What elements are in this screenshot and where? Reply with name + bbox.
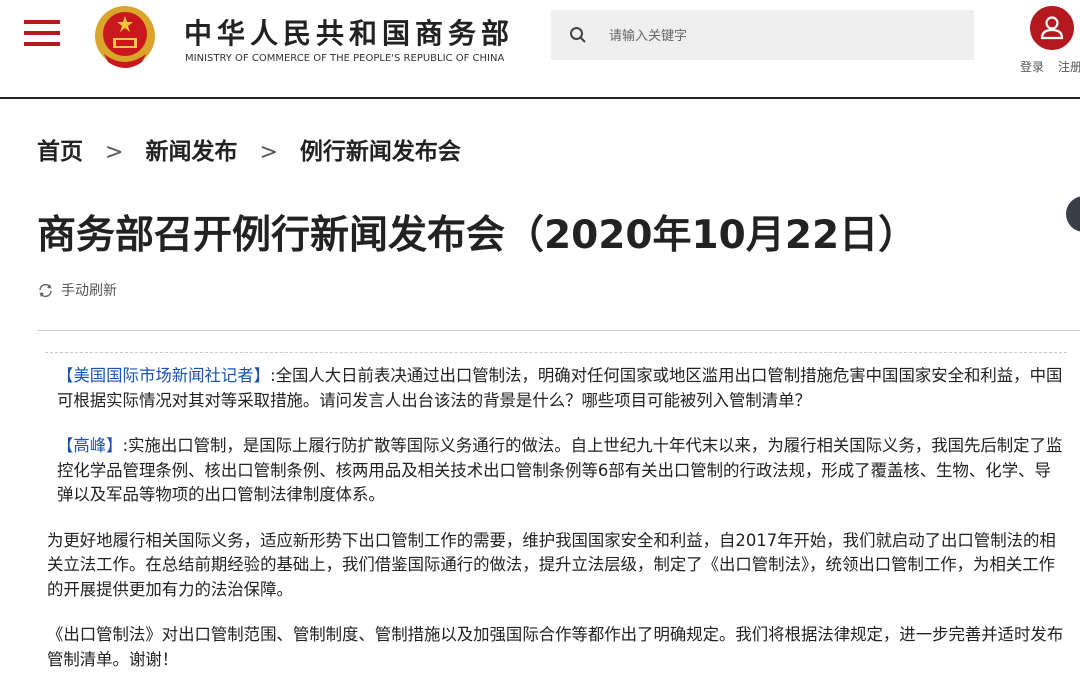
breadcrumb-home[interactable]: 首页 xyxy=(37,139,83,165)
floating-action-button[interactable] xyxy=(1066,196,1080,232)
speaker-name: 【美国国际市场新闻社记者】 xyxy=(57,366,271,385)
paragraph-text: :实施出口管制，是国际上履行防扩散等国际义务通行的做法。自上世纪九十年代末以来，… xyxy=(57,436,1063,504)
refresh-label: 手动刷新 xyxy=(61,283,117,299)
login-link[interactable]: 登录 xyxy=(1020,58,1044,75)
paragraph: 《出口管制法》对出口管制范围、管制制度、管制措施以及加强国际合作等都作出了明确规… xyxy=(47,623,1067,672)
speaker-name: 【高峰】 xyxy=(57,436,123,455)
user-avatar-icon[interactable] xyxy=(1030,6,1074,50)
site-title: 中华人民共和国商务部 xyxy=(184,17,515,50)
search-icon[interactable] xyxy=(569,26,587,44)
paragraph: 【高峰】:实施出口管制，是国际上履行防扩散等国际义务通行的做法。自上世纪九十年代… xyxy=(47,434,1067,508)
menu-icon[interactable] xyxy=(24,20,60,50)
paragraph-text: 《出口管制法》对出口管制范围、管制制度、管制措施以及加强国际合作等都作出了明确规… xyxy=(47,625,1064,669)
refresh-icon xyxy=(39,283,52,297)
search-input[interactable] xyxy=(607,10,961,62)
search-bar xyxy=(551,10,974,62)
national-emblem-icon[interactable] xyxy=(92,4,158,72)
paragraph: 为更好地履行相关国际义务，适应新形势下出口管制工作的需要，维护我国国家安全和利益… xyxy=(47,529,1067,603)
register-link[interactable]: 注册 xyxy=(1058,58,1080,75)
breadcrumb-news-release[interactable]: 新闻发布 xyxy=(145,139,237,165)
breadcrumb-press-conference[interactable]: 例行新闻发布会 xyxy=(300,139,461,165)
chevron-right-icon: > xyxy=(259,140,278,165)
paragraph: 【美国国际市场新闻社记者】:全国人大日前表决通过出口管制法，明确对任何国家或地区… xyxy=(47,364,1067,413)
site-header: 中华人民共和国商务部 MINISTRY OF COMMERCE OF THE P… xyxy=(0,0,1080,99)
paragraph-text: 为更好地履行相关国际义务，适应新形势下出口管制工作的需要，维护我国国家安全和利益… xyxy=(47,530,1056,599)
chevron-right-icon: > xyxy=(105,140,124,165)
article-body: 【美国国际市场新闻社记者】:全国人大日前表决通过出口管制法，明确对任何国家或地区… xyxy=(47,364,1067,693)
refresh-button[interactable]: 手动刷新 xyxy=(37,280,117,300)
site-subtitle: MINISTRY OF COMMERCE OF THE PEOPLE'S REP… xyxy=(185,53,505,64)
breadcrumb: 首页 > 新闻发布 > 例行新闻发布会 xyxy=(37,132,461,166)
divider-dashed xyxy=(45,352,1067,353)
divider xyxy=(37,330,1080,331)
page-title: 商务部召开例行新闻发布会（2020年10月22日） xyxy=(37,213,918,258)
